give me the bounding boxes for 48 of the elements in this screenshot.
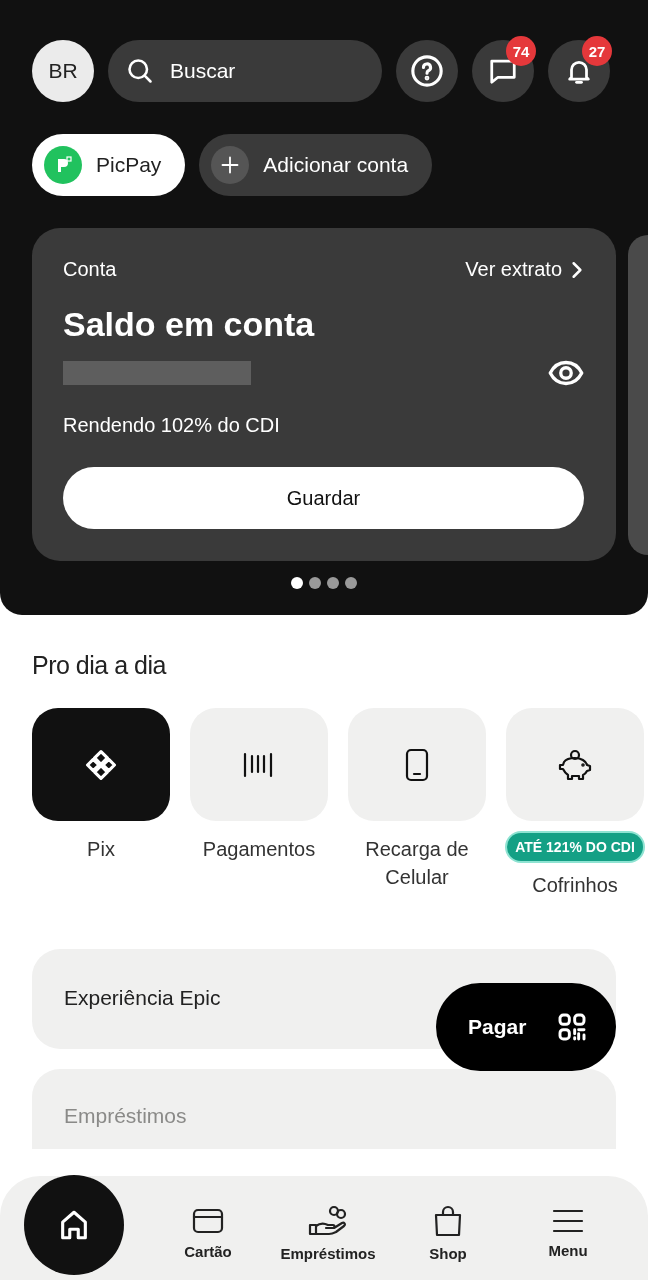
shortcut-label[interactable]: Recarga de Celular bbox=[348, 835, 486, 891]
section-title: Pro dia a dia bbox=[32, 651, 168, 680]
statement-link[interactable]: Ver extrato bbox=[465, 258, 584, 281]
chevron-icon bbox=[570, 260, 584, 279]
card-title: Experiência Epic bbox=[64, 985, 221, 1011]
save-button[interactable]: Guardar bbox=[63, 467, 584, 529]
notification-count: 27 bbox=[582, 36, 612, 66]
nav-item[interactable]: Empréstimos bbox=[268, 1204, 388, 1262]
diamond-icon bbox=[84, 747, 118, 782]
search-icon bbox=[126, 57, 154, 85]
shortcut-label[interactable]: Pix bbox=[87, 835, 115, 863]
carousel-dot[interactable] bbox=[309, 577, 321, 589]
pay-button[interactable]: Pagar bbox=[436, 983, 616, 1071]
search-bar[interactable]: Buscar bbox=[108, 40, 382, 102]
logo-icon bbox=[44, 146, 82, 184]
carousel-dot[interactable] bbox=[327, 577, 339, 589]
notification-count: 74 bbox=[506, 36, 536, 66]
carousel-dot[interactable] bbox=[291, 577, 303, 589]
shortcut-label[interactable]: Pagamentos bbox=[202, 835, 316, 863]
account-chip[interactable]: PicPay bbox=[32, 134, 186, 196]
shopping-bag-icon bbox=[433, 1204, 463, 1237]
hand-coins-icon bbox=[308, 1204, 348, 1237]
card-title: Empréstimos bbox=[64, 1103, 187, 1129]
carousel-dot[interactable] bbox=[345, 577, 357, 589]
shortcut-tile[interactable] bbox=[190, 708, 328, 821]
menu-icon bbox=[552, 1207, 584, 1234]
shortcut-tile[interactable] bbox=[348, 708, 486, 821]
nav-item[interactable]: Cartão bbox=[148, 1206, 268, 1260]
search-input[interactable]: Buscar bbox=[170, 59, 350, 83]
eye-icon[interactable] bbox=[548, 358, 584, 388]
yield-text: Rendendo 102% do CDI bbox=[63, 414, 281, 437]
credit-card-icon bbox=[192, 1206, 224, 1235]
avatar[interactable]: BR bbox=[32, 40, 94, 102]
nav-item[interactable]: Menu bbox=[508, 1207, 628, 1259]
barcode-icon bbox=[243, 751, 275, 778]
card-title: Saldo em conta bbox=[63, 305, 316, 344]
qr-code-icon bbox=[556, 1011, 588, 1043]
shortcut-tile[interactable] bbox=[506, 708, 644, 821]
phone-icon bbox=[405, 747, 429, 782]
help-icon bbox=[410, 54, 444, 88]
nav-item[interactable]: Shop bbox=[388, 1204, 508, 1262]
plus-icon bbox=[211, 146, 250, 184]
card-label: Conta bbox=[63, 258, 117, 281]
rate-tag: ATÉ 121% DO CDI bbox=[507, 833, 643, 861]
piggy-bank-icon bbox=[557, 748, 593, 781]
add-account-button[interactable]: Adicionar conta bbox=[199, 134, 433, 196]
shortcut-tile[interactable] bbox=[32, 708, 170, 821]
shortcut-label[interactable]: Cofrinhos bbox=[532, 871, 618, 899]
